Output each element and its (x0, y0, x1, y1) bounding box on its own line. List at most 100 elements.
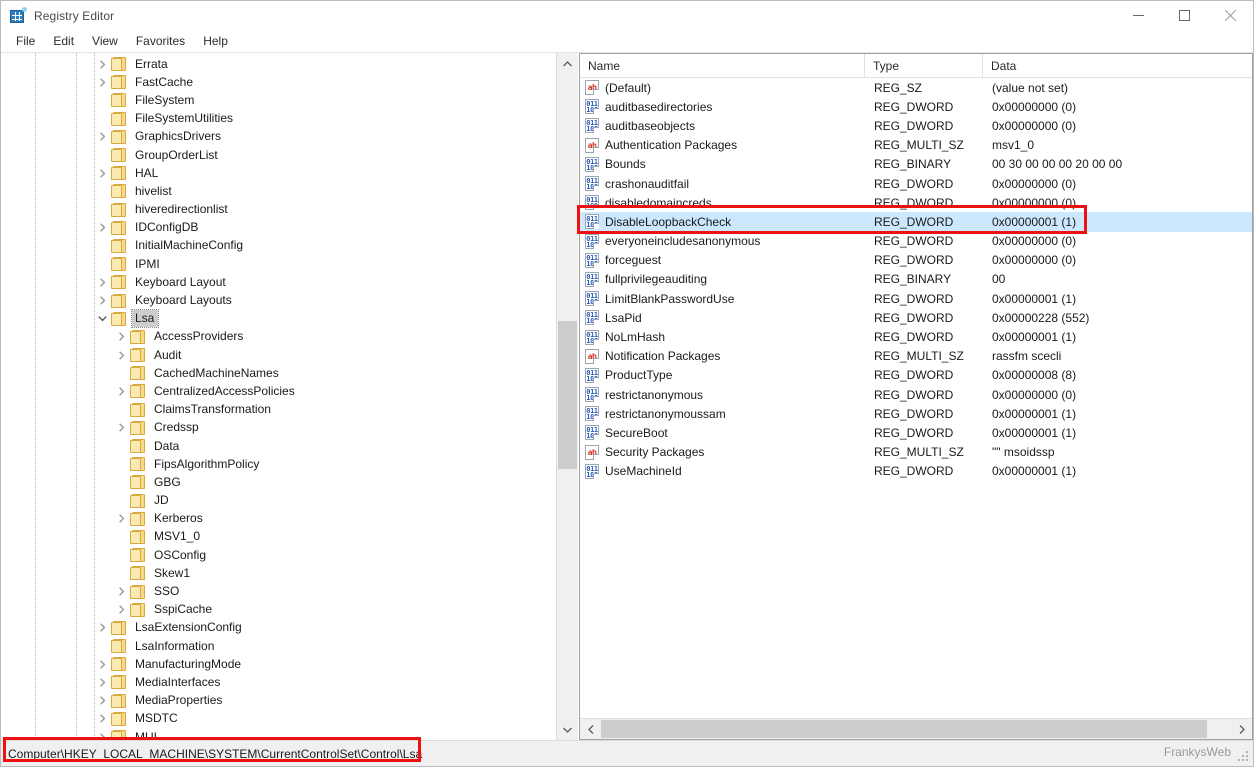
table-row[interactable]: 011 100 forceguest REG_DWORD 0x00000000 (0) (580, 251, 1252, 270)
chevron-right-icon[interactable] (113, 382, 129, 400)
menu-view[interactable]: View (83, 31, 127, 52)
table-row[interactable]: 011 100 fullprivilegeauditing REG_BINARY 00 (580, 270, 1252, 289)
tree-item-msv1-0[interactable]: MSV1_0 (1, 528, 556, 546)
menu-file[interactable]: File (7, 31, 44, 52)
menu-help[interactable]: Help (194, 31, 237, 52)
table-row[interactable]: 011 100 LsaPid REG_DWORD 0x00000228 (552) (580, 308, 1252, 327)
tree-item-osconfig[interactable]: OSConfig (1, 546, 556, 564)
table-row[interactable]: 011 100 auditbasedirectories REG_DWORD 0x000… (580, 97, 1252, 116)
chevron-right-icon[interactable] (94, 55, 110, 73)
table-row[interactable]: 011 100 LimitBlankPasswordUse REG_DWORD 0x00… (580, 289, 1252, 308)
table-row[interactable]: ab Notification Packages REG_MULTI_SZ rassf… (580, 347, 1252, 366)
chevron-right-icon[interactable] (94, 219, 110, 237)
tree-item-mui[interactable]: MUI (1, 728, 556, 740)
resize-grip[interactable] (1238, 751, 1250, 763)
tree-item-ipmi[interactable]: IPMI (1, 255, 556, 273)
tree-item-jd[interactable]: JD (1, 492, 556, 510)
chevron-right-icon[interactable] (113, 583, 129, 601)
chevron-right-icon[interactable] (113, 328, 129, 346)
column-header-data[interactable]: Data (983, 54, 1252, 77)
tree-vertical-scrollbar[interactable] (556, 53, 578, 740)
table-row[interactable]: 011 100 UseMachineId REG_DWORD 0x00000001 (1… (580, 462, 1252, 481)
table-row[interactable]: 011 100 restrictanonymous REG_DWORD 0x000000… (580, 385, 1252, 404)
tree-item-mediainterfaces[interactable]: MediaInterfaces (1, 673, 556, 691)
registry-values-list[interactable]: ab (Default) REG_SZ (value not set) 011 100 au… (580, 78, 1252, 718)
tree-item-filesystemutilities[interactable]: FileSystemUtilities (1, 110, 556, 128)
tree-item-filesystem[interactable]: FileSystem (1, 91, 556, 109)
table-row[interactable]: 011 100 auditbaseobjects REG_DWORD 0x0000000… (580, 116, 1252, 135)
scroll-right-icon[interactable] (1231, 719, 1252, 739)
chevron-right-icon[interactable] (94, 619, 110, 637)
table-row[interactable]: ab Security Packages REG_MULTI_SZ "" msoids… (580, 443, 1252, 462)
column-header-name[interactable]: Name (580, 54, 865, 77)
tree-item-fastcache[interactable]: FastCache (1, 73, 556, 91)
tree-item-hiveredirectionlist[interactable]: hiveredirectionlist (1, 201, 556, 219)
tree-item-graphicsdrivers[interactable]: GraphicsDrivers (1, 128, 556, 146)
chevron-right-icon[interactable] (94, 692, 110, 710)
tree-item-sspicache[interactable]: SspiCache (1, 601, 556, 619)
chevron-right-icon[interactable] (94, 710, 110, 728)
registry-tree[interactable]: Errata FastCache FileSystem FileSystemUtili… (1, 53, 556, 740)
table-row[interactable]: 011 100 everyoneincludesanonymous REG_DWORD… (580, 232, 1252, 251)
tree-item-lsaextensionconfig[interactable]: LsaExtensionConfig (1, 619, 556, 637)
chevron-right-icon[interactable] (113, 419, 129, 437)
tree-item-lsa[interactable]: Lsa (1, 309, 556, 329)
chevron-right-icon[interactable] (94, 73, 110, 91)
tree-item-lsainformation[interactable]: LsaInformation (1, 637, 556, 655)
tree-item-hivelist[interactable]: hivelist (1, 182, 556, 200)
list-horizontal-scrollbar[interactable] (580, 718, 1252, 739)
tree-item-grouporderlist[interactable]: GroupOrderList (1, 146, 556, 164)
chevron-right-icon[interactable] (94, 655, 110, 673)
chevron-right-icon[interactable] (94, 128, 110, 146)
tree-item-keyboard-layout[interactable]: Keyboard Layout (1, 273, 556, 291)
tree-item-fipsalgorithmpolicy[interactable]: FipsAlgorithmPolicy (1, 455, 556, 473)
scroll-down-icon[interactable] (557, 719, 578, 740)
table-row[interactable]: ab (Default) REG_SZ (value not set) (580, 78, 1252, 97)
tree-item-idconfigdb[interactable]: IDConfigDB (1, 219, 556, 237)
tree-item-hal[interactable]: HAL (1, 164, 556, 182)
tree-item-manufacturingmode[interactable]: ManufacturingMode (1, 655, 556, 673)
tree-item-accessproviders[interactable]: AccessProviders (1, 328, 556, 346)
tree-item-initialmachineconfig[interactable]: InitialMachineConfig (1, 237, 556, 255)
chevron-right-icon[interactable] (113, 510, 129, 528)
tree-item-gbg[interactable]: GBG (1, 473, 556, 491)
chevron-down-icon[interactable] (94, 310, 110, 328)
menu-edit[interactable]: Edit (44, 31, 83, 52)
tree-item-msdtc[interactable]: MSDTC (1, 710, 556, 728)
chevron-right-icon[interactable] (94, 164, 110, 182)
table-row[interactable]: 011 100 disabledomaincreds REG_DWORD 0x00000… (580, 193, 1252, 212)
tree-item-audit[interactable]: Audit (1, 346, 556, 364)
chevron-right-icon[interactable] (94, 273, 110, 291)
chevron-right-icon[interactable] (113, 346, 129, 364)
tree-item-data[interactable]: Data (1, 437, 556, 455)
chevron-right-icon[interactable] (94, 292, 110, 310)
tree-item-keyboard-layouts[interactable]: Keyboard Layouts (1, 291, 556, 309)
minimize-icon[interactable] (1115, 1, 1161, 30)
list-scroll-thumb[interactable] (601, 720, 1207, 738)
close-icon[interactable] (1207, 1, 1253, 30)
tree-item-centralizedaccesspolicies[interactable]: CentralizedAccessPolicies (1, 382, 556, 400)
table-row[interactable]: 011 100 NoLmHash REG_DWORD 0x00000001 (1) (580, 327, 1252, 346)
tree-item-kerberos[interactable]: Kerberos (1, 510, 556, 528)
table-row[interactable]: 011 100 crashonauditfail REG_DWORD 0x0000000… (580, 174, 1252, 193)
table-row[interactable]: ab Authentication Packages REG_MULTI_SZ msv… (580, 136, 1252, 155)
tree-item-mediaproperties[interactable]: MediaProperties (1, 692, 556, 710)
table-row[interactable]: 011 100 Bounds REG_BINARY 00 30 00 00 00 20 … (580, 155, 1252, 174)
tree-scroll-thumb[interactable] (558, 321, 577, 469)
tree-item-credssp[interactable]: Credssp (1, 419, 556, 437)
tree-item-claimstransformation[interactable]: ClaimsTransformation (1, 401, 556, 419)
maximize-icon[interactable] (1161, 1, 1207, 30)
table-row[interactable]: 011 100 SecureBoot REG_DWORD 0x00000001 (1) (580, 423, 1252, 442)
tree-item-cachedmachinenames[interactable]: CachedMachineNames (1, 364, 556, 382)
scroll-left-icon[interactable] (580, 719, 601, 739)
menu-favorites[interactable]: Favorites (127, 31, 194, 52)
table-row[interactable]: 011 100 ProductType REG_DWORD 0x00000008 (8) (580, 366, 1252, 385)
tree-item-skew1[interactable]: Skew1 (1, 564, 556, 582)
table-row[interactable]: 011 100 restrictanonymoussam REG_DWORD 0x000… (580, 404, 1252, 423)
tree-item-sso[interactable]: SSO (1, 582, 556, 600)
table-row[interactable]: 011 100 DisableLoopbackCheck REG_DWORD 0x000… (580, 212, 1252, 232)
scroll-up-icon[interactable] (557, 53, 578, 74)
tree-item-errata[interactable]: Errata (1, 55, 556, 73)
chevron-right-icon[interactable] (94, 673, 110, 691)
chevron-right-icon[interactable] (113, 601, 129, 619)
